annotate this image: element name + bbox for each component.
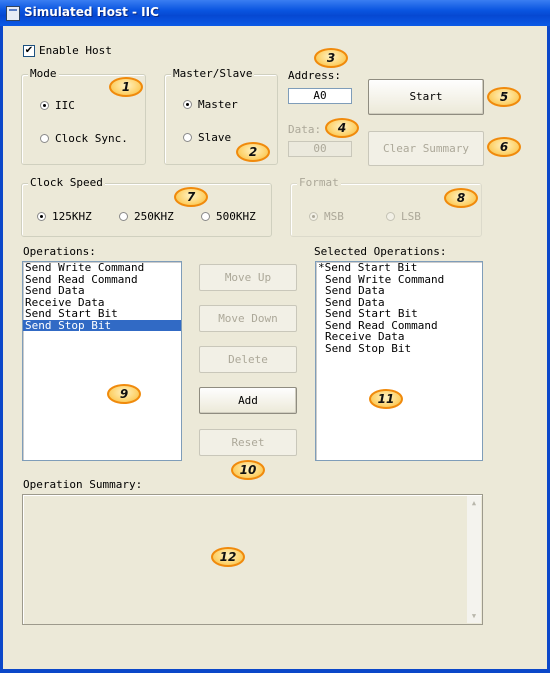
- title-bar[interactable]: Simulated Host - IIC: [0, 0, 550, 26]
- format-radio-lsb[interactable]: LSB: [386, 209, 421, 223]
- master-radio[interactable]: Master: [183, 97, 238, 111]
- operation-summary-label: Operation Summary:: [23, 478, 143, 491]
- radio-unselected-icon: [119, 211, 128, 221]
- operations-label: Operations:: [23, 245, 96, 258]
- radio-unselected-icon: [183, 132, 192, 142]
- callout-badge: 4: [325, 118, 359, 138]
- move-down-button[interactable]: Move Down: [199, 305, 297, 332]
- clock-option-label: 125KHZ: [52, 209, 92, 223]
- radio-unselected-icon: [386, 211, 395, 221]
- scroll-up-icon[interactable]: ▲: [468, 497, 480, 509]
- master-slave-group-title: Master/Slave: [171, 67, 255, 80]
- radio-unselected-icon: [201, 211, 210, 221]
- enable-host-checkbox[interactable]: ✔: [23, 45, 35, 57]
- clock-radio-250khz[interactable]: 250KHZ: [119, 209, 174, 223]
- radio-selected-icon: [309, 211, 318, 221]
- radio-selected-icon: [37, 211, 46, 221]
- clock-speed-group-title: Clock Speed: [28, 176, 105, 189]
- clock-radio-125khz[interactable]: 125KHZ: [37, 209, 92, 223]
- selected-operations-label: Selected Operations:: [314, 245, 447, 258]
- callout-badge: 1: [109, 77, 143, 97]
- callout-badge: 10: [231, 460, 265, 480]
- format-option-label: LSB: [401, 209, 421, 223]
- operations-list[interactable]: Send Write Command Send Read Command Sen…: [22, 261, 182, 461]
- summary-scrollbar[interactable]: ▲ ▼: [467, 496, 481, 623]
- format-radio-msb[interactable]: MSB: [309, 209, 344, 223]
- list-item-selected[interactable]: Send Stop Bit: [23, 319, 181, 331]
- radio-selected-icon: [40, 100, 49, 110]
- callout-badge: 8: [444, 188, 478, 208]
- scroll-down-icon[interactable]: ▼: [468, 610, 480, 622]
- format-group-title: Format: [297, 176, 341, 189]
- list-item[interactable]: Send Stop Bit: [316, 342, 482, 355]
- list-item[interactable]: Send Start Bit: [23, 308, 181, 320]
- master-slave-option-label: Master: [198, 97, 238, 111]
- operation-summary-box[interactable]: ▲ ▼: [22, 494, 483, 625]
- window-title: Simulated Host - IIC: [24, 5, 159, 19]
- radio-unselected-icon: [40, 133, 49, 143]
- mode-option-label: Clock Sync.: [55, 131, 128, 145]
- mode-radio-clock-sync[interactable]: Clock Sync.: [40, 131, 128, 145]
- list-item[interactable]: Send Start Bit: [316, 308, 482, 320]
- data-input[interactable]: 00: [288, 141, 352, 157]
- master-slave-option-label: Slave: [198, 130, 232, 144]
- clock-radio-500khz[interactable]: 500KHZ: [201, 209, 256, 223]
- mode-radio-iic[interactable]: IIC: [40, 98, 75, 112]
- mode-group-title: Mode: [28, 67, 59, 80]
- address-label: Address:: [288, 69, 341, 82]
- client-area: ✔ Enable Host Mode IIC Clock Sync. Maste…: [3, 26, 547, 669]
- list-item[interactable]: Receive Data: [316, 331, 482, 343]
- callout-badge: 9: [107, 384, 141, 404]
- delete-button[interactable]: Delete: [199, 346, 297, 373]
- format-option-label: MSB: [324, 209, 344, 223]
- callout-badge: 11: [369, 389, 403, 409]
- mode-option-label: IIC: [55, 98, 75, 112]
- callout-badge: 12: [211, 547, 245, 567]
- start-button[interactable]: Start: [368, 79, 484, 115]
- clock-speed-group: Clock Speed 125KHZ 250KHZ 500KHZ: [21, 176, 272, 237]
- callout-badge: 3: [314, 48, 348, 68]
- callout-badge: 5: [487, 87, 521, 107]
- add-button[interactable]: Add: [199, 387, 297, 414]
- radio-selected-icon: [183, 99, 192, 109]
- address-input[interactable]: A0: [288, 88, 352, 104]
- move-up-button[interactable]: Move Up: [199, 264, 297, 291]
- reset-button[interactable]: Reset: [199, 429, 297, 456]
- callout-badge: 2: [236, 142, 270, 162]
- slave-radio[interactable]: Slave: [183, 130, 231, 144]
- clock-option-label: 500KHZ: [216, 209, 256, 223]
- app-window-icon: [6, 6, 20, 21]
- selected-operations-list[interactable]: *Send Start Bit Send Write Command Send …: [315, 261, 483, 461]
- list-item[interactable]: Send Write Command: [23, 262, 181, 274]
- clear-summary-button[interactable]: Clear Summary: [368, 131, 484, 166]
- data-label: Data:: [288, 123, 322, 136]
- list-item[interactable]: *Send Start Bit: [316, 262, 482, 274]
- list-item[interactable]: Send Data: [316, 285, 482, 297]
- app-window: Simulated Host - IIC ✔ Enable Host Mode …: [0, 0, 550, 673]
- callout-badge: 6: [487, 137, 521, 157]
- callout-badge: 7: [174, 187, 208, 207]
- list-item[interactable]: Send Data: [23, 285, 181, 297]
- enable-host-label[interactable]: Enable Host: [39, 44, 112, 57]
- clock-option-label: 250KHZ: [134, 209, 174, 223]
